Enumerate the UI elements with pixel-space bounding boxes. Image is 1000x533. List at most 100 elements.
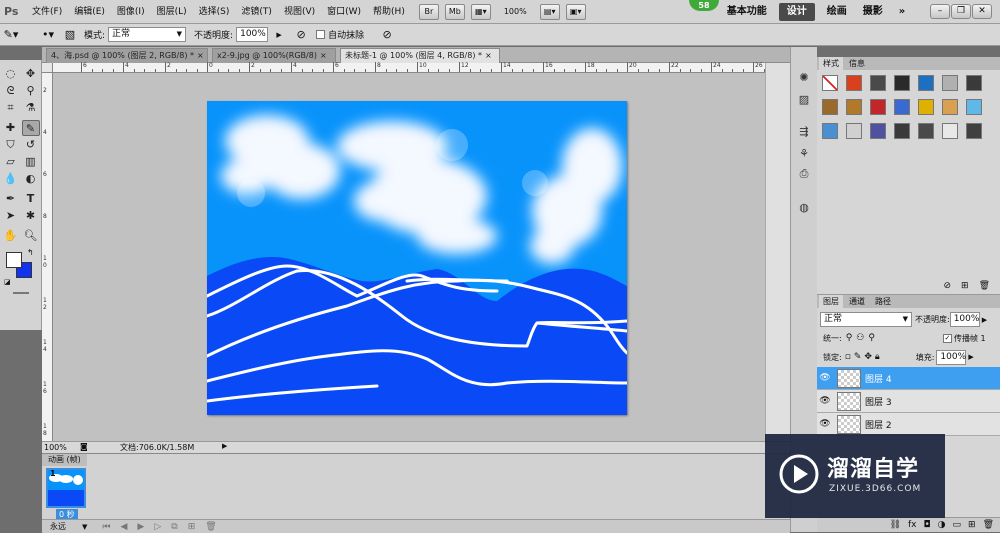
opacity-input[interactable]: 100% xyxy=(236,27,269,42)
new-style-icon[interactable]: ⊞ xyxy=(961,281,969,295)
horizontal-ruler[interactable]: 6 4 2 0 2 4 6 8 10 12 14 16 18 20 22 24 26 xyxy=(53,62,786,73)
style-swatch[interactable] xyxy=(846,123,862,139)
animation-frame-1[interactable]: 1 xyxy=(46,468,86,508)
adjustment-layer-icon[interactable]: ◑ xyxy=(938,520,946,530)
unify-style-icon[interactable]: ⚲ xyxy=(868,333,875,343)
style-swatch[interactable] xyxy=(966,99,982,115)
style-swatch[interactable] xyxy=(966,123,982,139)
quick-select-tool-icon[interactable]: ⚲ xyxy=(22,83,40,99)
duplicate-frame-icon[interactable]: ⊞ xyxy=(188,522,196,532)
fill-arrow-icon[interactable]: ▶ xyxy=(968,353,973,361)
healing-brush-tool-icon[interactable]: ✚ xyxy=(2,120,20,136)
workspace-design[interactable]: 设计 xyxy=(778,2,815,21)
clear-style-icon[interactable]: ⊘ xyxy=(943,281,951,295)
unify-visibility-icon[interactable]: ⚇ xyxy=(856,333,864,343)
swatches-icon[interactable]: ◍ xyxy=(796,201,812,215)
tab-layers[interactable]: 图层 xyxy=(819,295,843,308)
close-icon[interactable]: × xyxy=(320,51,327,60)
image-canvas[interactable] xyxy=(207,101,627,415)
tab-styles[interactable]: 样式 xyxy=(819,57,843,70)
tablet-size-icon[interactable]: ⊘ xyxy=(379,27,395,43)
menu-view[interactable]: 视图(V) xyxy=(278,0,321,24)
document-tab-2[interactable]: x2-9.jpg @ 100%(RGB/8) × xyxy=(212,48,336,63)
layer-item[interactable]: 👁︎ 图层 3 xyxy=(817,390,1000,413)
eye-icon[interactable]: 👁︎ xyxy=(817,373,833,383)
document-tab-3[interactable]: 未标题-1 @ 100% (图层 4, RGB/8) * × xyxy=(340,48,500,63)
eyedropper-tool-icon[interactable]: ⚗ xyxy=(22,100,40,116)
style-swatch[interactable] xyxy=(846,99,862,115)
vertical-ruler[interactable]: 2 4 6 8 1 0 1 2 1 4 1 6 1 8 xyxy=(42,73,53,441)
path-select-tool-icon[interactable]: ➤ xyxy=(2,208,20,224)
workspace-more[interactable]: » xyxy=(891,0,913,24)
bridge-button[interactable]: Br xyxy=(418,3,439,20)
status-zoom[interactable]: 100% xyxy=(44,442,67,453)
zoom-tool-icon[interactable]: 🔍︎ xyxy=(22,228,40,244)
navigator-icon[interactable]: ✺ xyxy=(796,71,812,85)
style-swatch[interactable] xyxy=(966,75,982,91)
type-tool-icon[interactable]: T xyxy=(22,191,40,207)
style-swatch[interactable] xyxy=(894,123,910,139)
menu-file[interactable]: 文件(F) xyxy=(26,0,68,24)
lock-all-icon[interactable]: 🔒︎ xyxy=(875,352,880,362)
vertical-scrollbar[interactable] xyxy=(765,63,790,441)
link-layers-icon[interactable]: ⛓ xyxy=(890,520,901,530)
menu-layer[interactable]: 图层(L) xyxy=(151,0,193,24)
marquee-tool-icon[interactable]: ◌ xyxy=(2,66,20,82)
eye-icon[interactable]: 👁︎ xyxy=(817,396,833,406)
blend-mode-select[interactable]: 正常 ▼ xyxy=(820,312,912,327)
workspace-photography[interactable]: 摄影 xyxy=(855,0,891,24)
brush-tool-icon[interactable]: ✎ xyxy=(21,120,40,136)
layer-item[interactable]: 👁︎ 图层 4 xyxy=(817,367,1000,390)
move-tool-icon[interactable]: ✥ xyxy=(22,66,40,82)
histogram-icon[interactable]: ▨ xyxy=(796,93,812,107)
prev-frame-icon[interactable]: ◀ xyxy=(121,522,128,532)
history-brush-tool-icon[interactable]: ↺ xyxy=(22,137,40,153)
blur-tool-icon[interactable]: 💧 xyxy=(2,171,20,187)
lock-pixels-icon[interactable]: ✎ xyxy=(854,352,862,362)
layer-item[interactable]: 👁︎ 图层 2 xyxy=(817,413,1000,436)
tab-paths[interactable]: 路径 xyxy=(871,295,895,308)
brush-panel-icon[interactable]: ▧ xyxy=(62,27,78,43)
menu-edit[interactable]: 编辑(E) xyxy=(68,0,111,24)
menu-help[interactable]: 帮助(H) xyxy=(367,0,411,24)
tablet-pressure-icon[interactable]: ⊘ xyxy=(293,27,309,43)
brush-size-icon[interactable]: •▾ xyxy=(40,27,56,43)
mini-bridge-button[interactable]: Mb xyxy=(444,3,465,20)
style-swatch[interactable] xyxy=(822,75,838,91)
lasso-tool-icon[interactable]: ᘓ xyxy=(2,83,20,99)
screen-mode-button[interactable]: ▣▾ xyxy=(565,3,586,20)
close-icon[interactable]: ✕ xyxy=(972,4,992,19)
eraser-tool-icon[interactable]: ▱ xyxy=(2,154,20,170)
tool-presets-icon[interactable]: ⎙ xyxy=(796,167,812,181)
workspace-essentials[interactable]: 基本功能 xyxy=(719,0,775,24)
style-swatch[interactable] xyxy=(942,75,958,91)
next-frame-icon[interactable]: ▷ xyxy=(154,522,161,532)
brush-presets-icon[interactable]: ⇶ xyxy=(796,125,812,139)
close-icon[interactable]: × xyxy=(485,51,492,60)
style-swatch[interactable] xyxy=(822,123,838,139)
loop-select[interactable]: 永远 xyxy=(50,521,82,532)
style-swatch[interactable] xyxy=(942,123,958,139)
menu-window[interactable]: 窗口(W) xyxy=(321,0,367,24)
minimize-icon[interactable]: – xyxy=(930,4,950,19)
layer-mask-icon[interactable]: ◘ xyxy=(924,520,931,530)
style-swatch[interactable] xyxy=(942,99,958,115)
auto-erase-checkbox[interactable] xyxy=(316,30,326,39)
document-tab-1[interactable]: 4、海.psd @ 100% (图层 2, RGB/8) * × xyxy=(46,48,208,63)
workspace-painting[interactable]: 绘画 xyxy=(819,0,855,24)
quick-mask-icon[interactable] xyxy=(13,292,29,294)
gradient-tool-icon[interactable]: ▥ xyxy=(22,154,40,170)
fill-input[interactable]: 100% xyxy=(936,349,967,365)
swap-colors-icon[interactable]: ↰ xyxy=(27,248,34,257)
status-info-icon[interactable]: ◙ xyxy=(80,442,88,451)
style-swatch[interactable] xyxy=(870,123,886,139)
play-icon[interactable]: ▶ xyxy=(137,522,144,532)
style-swatch[interactable] xyxy=(894,99,910,115)
zoom-level[interactable]: 100% xyxy=(504,7,527,16)
menu-filter[interactable]: 滤镜(T) xyxy=(235,0,278,24)
brush-tool-preset-icon[interactable]: ✎▾ xyxy=(3,27,19,43)
close-icon[interactable]: × xyxy=(197,51,204,60)
style-swatch[interactable] xyxy=(846,75,862,91)
clone-source-icon[interactable]: ⚘ xyxy=(796,147,812,161)
layer-opacity-arrow-icon[interactable]: ▶ xyxy=(982,316,987,324)
